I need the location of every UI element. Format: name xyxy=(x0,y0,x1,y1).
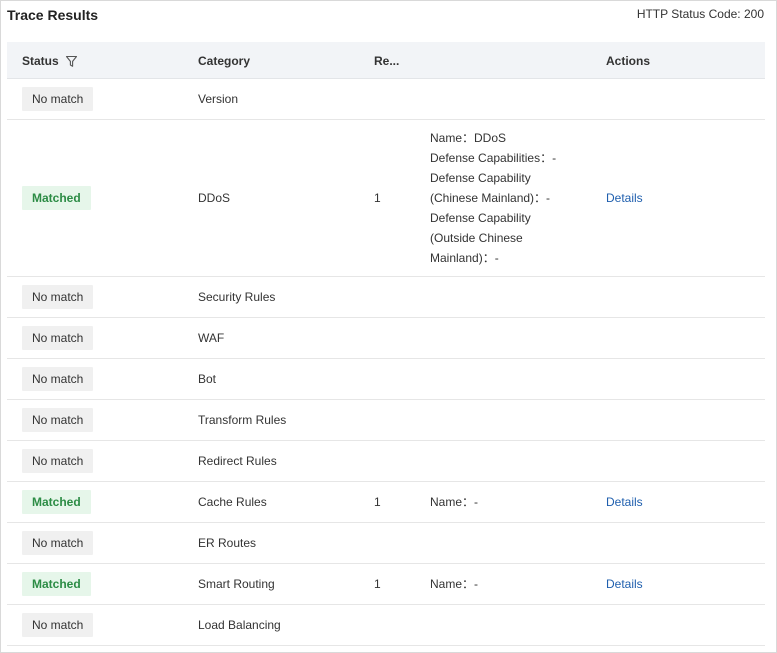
status-badge: No match xyxy=(22,531,94,555)
filter-icon[interactable] xyxy=(65,55,78,68)
status-badge: No match xyxy=(22,285,94,309)
rule-detail-line: (Outside Chinese xyxy=(430,231,523,245)
table-row: No match ER Routes xyxy=(7,523,765,564)
result-cell: 1 xyxy=(374,577,381,591)
status-badge: Matched xyxy=(22,572,91,596)
rule-detail-line: Name：- xyxy=(430,495,479,509)
status-badge: No match xyxy=(22,367,94,391)
status-badge: No match xyxy=(22,326,94,350)
category-cell: Security Rules xyxy=(198,290,276,304)
column-header-category: Category xyxy=(198,54,251,68)
category-cell: ER Routes xyxy=(198,536,257,550)
table-row: No match Version xyxy=(7,79,765,120)
rule-detail-line: Name：- xyxy=(430,577,479,591)
http-status-code: HTTP Status Code: 200 xyxy=(636,7,764,21)
trace-results-panel: Trace Results HTTP Status Code: 200 Stat… xyxy=(0,0,777,653)
status-badge: No match xyxy=(22,408,94,432)
category-cell: Redirect Rules xyxy=(198,454,277,468)
status-cell: No match xyxy=(22,449,94,473)
page-title: Trace Results xyxy=(7,7,99,23)
rule-detail-line: Name：DDoS xyxy=(430,131,507,145)
details-link[interactable]: Details xyxy=(606,577,643,591)
actions-cell: Details xyxy=(606,191,643,205)
details-link[interactable]: Details xyxy=(606,191,643,205)
category-cell: WAF xyxy=(198,331,225,345)
category-cell: Load Balancing xyxy=(198,618,281,632)
rule-detail-line: Defense Capability xyxy=(430,211,531,225)
status-cell: Matched xyxy=(22,186,91,210)
category-cell: Smart Routing xyxy=(198,577,275,591)
table-row: Matched Cache Rules 1 Name：- Details xyxy=(7,482,765,523)
table-row: No match Load Balancing xyxy=(7,605,765,646)
status-cell: No match xyxy=(22,613,94,637)
table-row: Matched Smart Routing 1 Name：- Details xyxy=(7,564,765,605)
column-header-result[interactable]: Re... xyxy=(374,54,399,68)
table-row: No match Redirect Rules xyxy=(7,441,765,482)
status-cell: No match xyxy=(22,326,94,350)
category-cell: Version xyxy=(198,92,239,106)
status-badge: Matched xyxy=(22,490,91,514)
category-cell: DDoS xyxy=(198,191,231,205)
status-badge: No match xyxy=(22,87,94,111)
status-cell: Matched xyxy=(22,490,91,514)
result-cell: 1 xyxy=(374,191,381,205)
category-cell: Cache Rules xyxy=(198,495,267,509)
status-badge: Matched xyxy=(22,186,91,210)
status-cell: No match xyxy=(22,408,94,432)
table-row: No match Transform Rules xyxy=(7,400,765,441)
rule-detail-line: Defense Capability xyxy=(430,171,531,185)
rule-details: Name：- xyxy=(430,574,478,594)
rule-detail-line: (Chinese Mainland)：- xyxy=(430,191,551,205)
rule-details: Name：DDoS Defense Capabilities：- Defense C… xyxy=(430,128,556,268)
result-cell: 1 xyxy=(374,495,381,509)
column-header-status: Status xyxy=(22,54,78,68)
status-cell: Matched xyxy=(22,572,91,596)
rule-detail-line: Defense Capabilities：- xyxy=(430,151,557,165)
status-cell: No match xyxy=(22,367,94,391)
status-badge: No match xyxy=(22,613,94,637)
table-header: Status Category Re... Actions xyxy=(7,42,765,79)
column-header-actions: Actions xyxy=(606,54,651,68)
column-header-status-label: Status xyxy=(22,54,59,68)
status-badge: No match xyxy=(22,449,94,473)
status-cell: No match xyxy=(22,285,94,309)
actions-cell: Details xyxy=(606,577,643,591)
category-cell: Transform Rules xyxy=(198,413,287,427)
table-row: Matched DDoS 1 Name：DDoS Defense Capabilitie… xyxy=(7,120,765,277)
rule-details: Name：- xyxy=(430,492,478,512)
status-cell: No match xyxy=(22,531,94,555)
table-row: No match Security Rules xyxy=(7,277,765,318)
status-cell: No match xyxy=(22,87,94,111)
trace-results-table: Status Category Re... Actions No match Ve… xyxy=(7,42,765,646)
table-row: No match Bot xyxy=(7,359,765,400)
table-row: No match WAF xyxy=(7,318,765,359)
rule-detail-line: Mainland)：- xyxy=(430,251,499,265)
table-body: No match Version Matched DDoS 1 Name：DDoS Defe… xyxy=(7,79,765,646)
details-link[interactable]: Details xyxy=(606,495,643,509)
category-cell: Bot xyxy=(198,372,217,386)
actions-cell: Details xyxy=(606,495,643,509)
